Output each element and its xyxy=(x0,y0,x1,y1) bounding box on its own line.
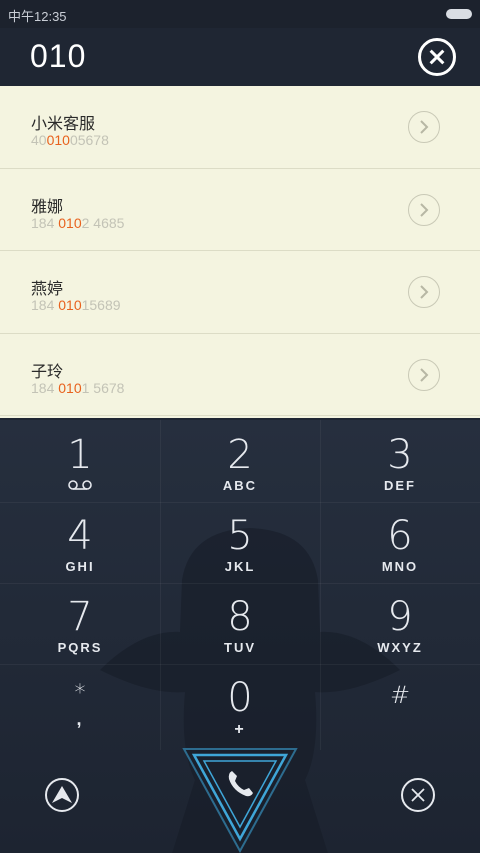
key-7[interactable]: 7 PQRS xyxy=(0,584,160,664)
contact-name: 燕婷 xyxy=(31,279,64,298)
key-letters: JKL xyxy=(224,559,256,574)
key-hash[interactable]: # xyxy=(320,665,480,745)
key-star[interactable]: * , xyxy=(0,665,160,745)
chevron-right-icon xyxy=(420,285,429,299)
search-results-list: 小米客服 4001005678 雅娜 184 0102 4685 燕婷 184 … xyxy=(0,86,480,418)
voicemail-icon xyxy=(68,480,92,490)
phone-handset-icon xyxy=(228,771,253,797)
key-digit: 5 xyxy=(227,513,253,559)
clear-number-button[interactable] xyxy=(418,38,456,76)
dialed-number[interactable]: 010 xyxy=(30,38,86,75)
key-digit: 0 xyxy=(227,675,253,721)
key-digit: 1 xyxy=(67,432,93,478)
call-button[interactable] xyxy=(182,747,298,853)
x-circle-icon xyxy=(411,788,425,802)
list-item[interactable]: 燕婷 184 01015689 xyxy=(0,251,480,334)
key-3[interactable]: 3 DEF xyxy=(320,422,480,502)
key-digit: 9 xyxy=(387,594,413,640)
hide-keypad-button[interactable] xyxy=(401,778,435,812)
key-letters: ABC xyxy=(222,478,258,493)
key-6[interactable]: 6 MNO xyxy=(320,503,480,583)
key-1[interactable]: 1 xyxy=(0,422,160,502)
dial-keypad: 1 2 ABC 3 DEF 4 GHI 5 JKL 6 MNO 7 PQRS 8… xyxy=(0,420,480,853)
list-item[interactable]: 小米客服 4001005678 xyxy=(0,86,480,169)
up-arrow-icon xyxy=(52,786,72,803)
key-9[interactable]: 9 WXYZ xyxy=(320,584,480,664)
key-letters: GHI xyxy=(65,559,95,574)
list-item[interactable]: 雅娜 184 0102 4685 xyxy=(0,169,480,251)
call-button-graphic xyxy=(182,748,298,853)
key-letters: TUV xyxy=(224,640,256,655)
key-2[interactable]: 2 ABC xyxy=(160,422,320,502)
contact-detail-button[interactable] xyxy=(408,111,440,143)
status-time: 中午12:35 xyxy=(8,9,67,24)
contact-phone: 4001005678 xyxy=(31,132,109,148)
key-digit: 6 xyxy=(387,513,413,559)
dial-action-bar xyxy=(0,745,480,853)
status-bar: 中午12:35 xyxy=(0,0,480,28)
contact-detail-button[interactable] xyxy=(408,358,440,391)
key-8[interactable]: 8 TUV xyxy=(160,584,320,664)
key-digit: 8 xyxy=(227,594,253,640)
key-0[interactable]: 0 + xyxy=(160,665,320,745)
key-letters: PQRS xyxy=(57,640,103,655)
contact-phone: 184 0101 5678 xyxy=(31,379,125,396)
contact-detail-button[interactable] xyxy=(408,276,440,308)
battery-icon xyxy=(446,9,472,19)
chevron-right-icon xyxy=(420,202,429,217)
contact-name: 雅娜 xyxy=(31,196,64,216)
key-letters: + xyxy=(234,721,246,738)
dial-header: 010 xyxy=(0,28,480,86)
key-4[interactable]: 4 GHI xyxy=(0,503,160,583)
key-digit: 2 xyxy=(227,432,253,478)
key-digit: 7 xyxy=(67,594,93,640)
contact-phone: 184 0102 4685 xyxy=(31,214,125,231)
contact-name: 小米客服 xyxy=(31,114,96,133)
key-digit: * xyxy=(74,681,86,706)
key-5[interactable]: 5 JKL xyxy=(160,503,320,583)
key-digit: # xyxy=(389,681,411,709)
key-letters: DEF xyxy=(384,478,416,493)
list-item[interactable]: 子玲 184 0101 5678 xyxy=(0,334,480,416)
key-digit: 4 xyxy=(67,513,93,559)
contact-name: 子玲 xyxy=(31,361,64,381)
contact-detail-button[interactable] xyxy=(408,193,440,226)
key-letters: MNO xyxy=(381,559,419,574)
contacts-button[interactable] xyxy=(45,778,79,812)
key-letters: WXYZ xyxy=(377,640,423,655)
chevron-right-icon xyxy=(420,367,429,382)
contact-phone: 184 01015689 xyxy=(31,297,121,313)
chevron-right-icon xyxy=(420,120,429,134)
key-letters: , xyxy=(76,709,84,729)
key-digit: 3 xyxy=(387,432,413,478)
